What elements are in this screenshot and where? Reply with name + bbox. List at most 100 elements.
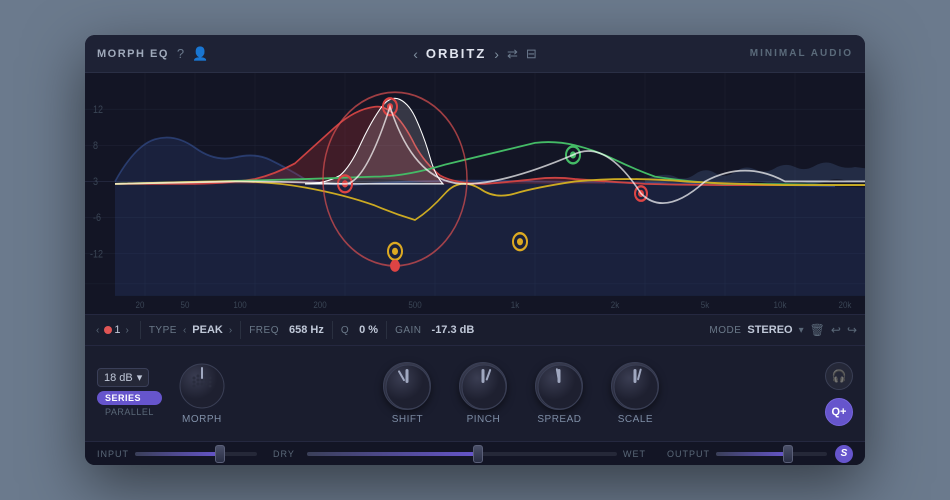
input-label: INPUT [97, 449, 129, 459]
headphones-button[interactable]: 🎧 [825, 362, 853, 390]
help-icon[interactable]: ? [177, 46, 184, 61]
pinch-knob[interactable] [459, 362, 507, 410]
bottom-controls: 18 dB ▾ SERIES PARALLEL [85, 346, 865, 441]
spread-knob[interactable] [535, 362, 583, 410]
svg-text:100: 100 [233, 299, 246, 310]
divider-3 [332, 321, 333, 339]
wet-label: WET [623, 449, 651, 459]
type-prev-button[interactable]: ‹ [183, 325, 186, 336]
pinch-knob-group: PINCH [459, 362, 507, 425]
band-navigation: ‹ 1 › [93, 323, 132, 338]
svg-text:500: 500 [408, 299, 421, 310]
scale-knob-label: SCALE [618, 414, 653, 425]
type-value: PEAK [192, 324, 223, 336]
redo-button[interactable]: ↪ [847, 323, 857, 337]
prev-preset-button[interactable]: ‹ [413, 46, 418, 62]
shift-knob[interactable] [383, 362, 431, 410]
dry-wet-fader-group: DRY WET [273, 449, 651, 459]
prev-band-button[interactable]: ‹ [93, 323, 102, 338]
input-fader-fill [135, 452, 220, 456]
knobs-row: SHIFT PINCH [234, 362, 809, 425]
mode-label: MODE [709, 325, 741, 336]
db-dropdown-arrow: ▾ [137, 371, 143, 384]
svg-text:12: 12 [93, 104, 103, 116]
divider-2 [240, 321, 241, 339]
svg-text:5k: 5k [701, 299, 710, 310]
header-center: ‹ ORBITZ › ⇄ ⊟ [349, 46, 601, 62]
spread-knob-label: SPREAD [537, 414, 581, 425]
dry-wet-fader-fill [307, 452, 478, 456]
output-fader-group: OUTPUT [667, 449, 827, 459]
db-range-selector[interactable]: 18 dB ▾ [97, 368, 149, 387]
mode-value: STEREO [747, 324, 792, 336]
db-value: 18 dB [104, 372, 133, 384]
eq-display[interactable]: 12 8 3 -6 -12 [85, 73, 865, 314]
divider-1 [140, 321, 141, 339]
user-icon[interactable]: 👤 [192, 46, 208, 62]
undo-button[interactable]: ↩ [831, 323, 841, 337]
settings-button[interactable]: Q+ [825, 398, 853, 426]
shift-knob-label: SHIFT [392, 414, 423, 425]
morph-knob[interactable] [178, 362, 226, 410]
svg-text:2k: 2k [611, 299, 620, 310]
plugin-name: MORPH EQ [97, 48, 169, 60]
svg-text:3: 3 [93, 176, 98, 188]
morph-knob-group: MORPH [178, 362, 226, 425]
q-value: 0 % [359, 324, 378, 336]
svg-text:1k: 1k [511, 299, 520, 310]
save-preset-icon[interactable]: ⊟ [526, 46, 537, 62]
preset-name: ORBITZ [426, 46, 486, 61]
spread-knob-group: SPREAD [535, 362, 583, 425]
next-preset-button[interactable]: › [494, 46, 499, 62]
band-controls-bar: ‹ 1 › TYPE ‹ PEAK › FREQ 658 Hz Q 0 % GA… [85, 314, 865, 346]
header-right: MINIMAL AUDIO [601, 48, 853, 59]
left-panel: 18 dB ▾ SERIES PARALLEL [97, 368, 162, 419]
svg-text:10k: 10k [774, 299, 787, 310]
mode-dropdown-arrow[interactable]: ▾ [799, 325, 804, 336]
svg-text:50: 50 [181, 299, 190, 310]
svg-text:200: 200 [313, 299, 326, 310]
header-left: MORPH EQ ? 👤 [97, 46, 349, 62]
snap-button[interactable]: S [835, 445, 853, 463]
output-fader-track[interactable] [716, 452, 827, 456]
freq-label: FREQ [249, 325, 279, 336]
input-fader-track[interactable] [135, 452, 257, 456]
header-bar: MORPH EQ ? 👤 ‹ ORBITZ › ⇄ ⊟ MINIMAL AUDI… [85, 35, 865, 73]
series-button[interactable]: SERIES [97, 391, 162, 405]
band-number: 1 [114, 324, 120, 336]
pinch-knob-label: PINCH [467, 414, 501, 425]
gain-value: -17.3 dB [432, 324, 475, 336]
svg-text:-6: -6 [93, 213, 101, 225]
shuffle-icon[interactable]: ⇄ [507, 46, 518, 62]
delete-band-button[interactable]: 🗑 [810, 323, 825, 337]
svg-text:20: 20 [136, 299, 145, 310]
band-controls-right: MODE STEREO ▾ 🗑 ↩ ↪ [709, 323, 857, 337]
next-band-button[interactable]: › [122, 323, 131, 338]
type-next-button[interactable]: › [229, 325, 232, 336]
scale-knob-group: SCALE [611, 362, 659, 425]
freq-value: 658 Hz [289, 324, 324, 336]
fader-section: INPUT DRY WET OUTPUT S [85, 441, 865, 465]
output-fader-thumb[interactable] [783, 445, 793, 463]
plugin-window: MORPH EQ ? 👤 ‹ ORBITZ › ⇄ ⊟ MINIMAL AUDI… [85, 35, 865, 465]
svg-text:20k: 20k [839, 299, 852, 310]
right-icon-panel: 🎧 Q+ [825, 362, 853, 426]
parallel-button[interactable]: PARALLEL [97, 405, 162, 419]
svg-text:-12: -12 [90, 249, 103, 261]
output-fader-fill [716, 452, 788, 456]
shift-knob-group: SHIFT [383, 362, 431, 425]
type-label: TYPE [149, 325, 177, 336]
input-fader-group: INPUT [97, 449, 257, 459]
band-indicator [104, 326, 112, 334]
morph-knob-label: MORPH [182, 414, 222, 425]
scale-knob[interactable] [611, 362, 659, 410]
brand-name: MINIMAL AUDIO [750, 48, 853, 59]
dry-wet-fader-thumb[interactable] [473, 445, 483, 463]
gain-label: GAIN [395, 325, 421, 336]
input-fader-thumb[interactable] [215, 445, 225, 463]
dry-wet-fader-track[interactable] [307, 452, 617, 456]
output-label: OUTPUT [667, 449, 710, 459]
svg-text:8: 8 [93, 140, 98, 152]
divider-4 [386, 321, 387, 339]
series-parallel-toggle: SERIES PARALLEL [97, 391, 162, 419]
